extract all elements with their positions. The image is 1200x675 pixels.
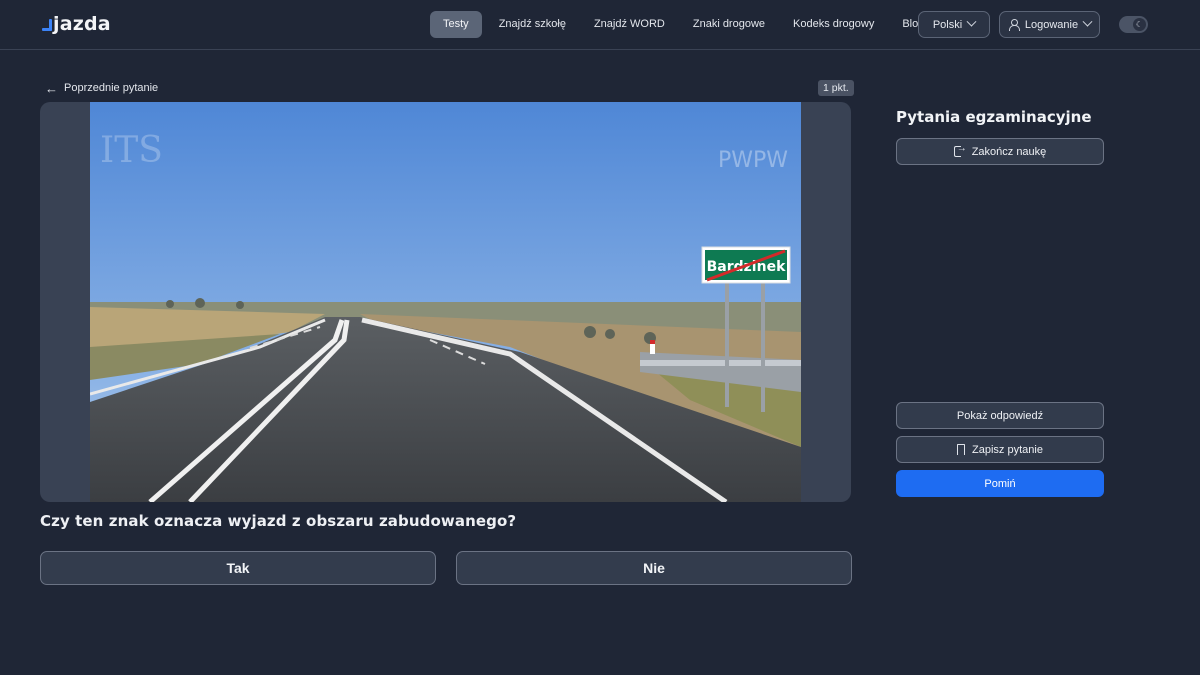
question-text: Czy ten znak oznacza wyjazd z obszaru za… (40, 512, 517, 530)
chevron-down-icon (1082, 16, 1093, 27)
nav-item-road-code[interactable]: Kodeks drogowy (779, 11, 888, 38)
login-dropdown[interactable]: Logowanie (999, 11, 1100, 38)
main-nav: Testy Znajdź szkołę Znajdź WORD Znaki dr… (430, 11, 938, 38)
nav-item-find-school[interactable]: Znajdź szkołę (485, 11, 580, 38)
sign-text: Bardzinek (707, 259, 786, 275)
previous-question-link[interactable]: ← Poprzednie pytanie (45, 80, 158, 96)
watermark-right: PWPW (718, 148, 788, 173)
login-label: Logowanie (1024, 18, 1079, 31)
nav-item-road-signs[interactable]: Znaki drogowe (679, 11, 779, 38)
user-icon (1008, 19, 1020, 31)
question-media: Bardzinek ITS PWPW (40, 102, 851, 502)
brand-name: jazda (53, 13, 111, 35)
skip-button[interactable]: Pomiń (896, 470, 1104, 497)
logo-mark-icon (42, 15, 52, 33)
brand-logo[interactable]: jazda (42, 12, 111, 36)
theme-toggle[interactable]: ☾ (1119, 16, 1148, 33)
language-dropdown[interactable]: Polski (918, 11, 990, 38)
language-label: Polski (932, 18, 963, 31)
show-answer-button[interactable]: Pokaż odpowiedź (896, 402, 1104, 429)
end-study-button[interactable]: Zakończ naukę (896, 138, 1104, 165)
save-question-label: Zapisz pytanie (972, 443, 1043, 456)
end-study-label: Zakończ naukę (971, 145, 1047, 158)
panel-title: Pytania egzaminacyjne (896, 108, 1092, 126)
road-photo: Bardzinek ITS PWPW (90, 102, 801, 502)
top-navbar: jazda Testy Znajdź szkołę Znajdź WORD Zn… (0, 0, 1200, 50)
nav-item-find-word[interactable]: Znajdź WORD (580, 11, 679, 38)
save-question-button[interactable]: Zapisz pytanie (896, 436, 1104, 463)
answer-yes-button[interactable]: Tak (40, 551, 436, 585)
moon-icon: ☾ (1133, 18, 1146, 31)
answer-no-button[interactable]: Nie (456, 551, 852, 585)
previous-question-label: Poprzednie pytanie (64, 82, 159, 94)
watermark-left: ITS (100, 130, 163, 171)
chevron-down-icon (966, 16, 977, 27)
exit-icon (953, 143, 967, 157)
nav-item-testy[interactable]: Testy (430, 11, 482, 38)
points-badge: 1 pkt. (818, 80, 854, 96)
arrow-left-icon: ← (45, 80, 58, 96)
bookmark-icon (957, 444, 966, 456)
